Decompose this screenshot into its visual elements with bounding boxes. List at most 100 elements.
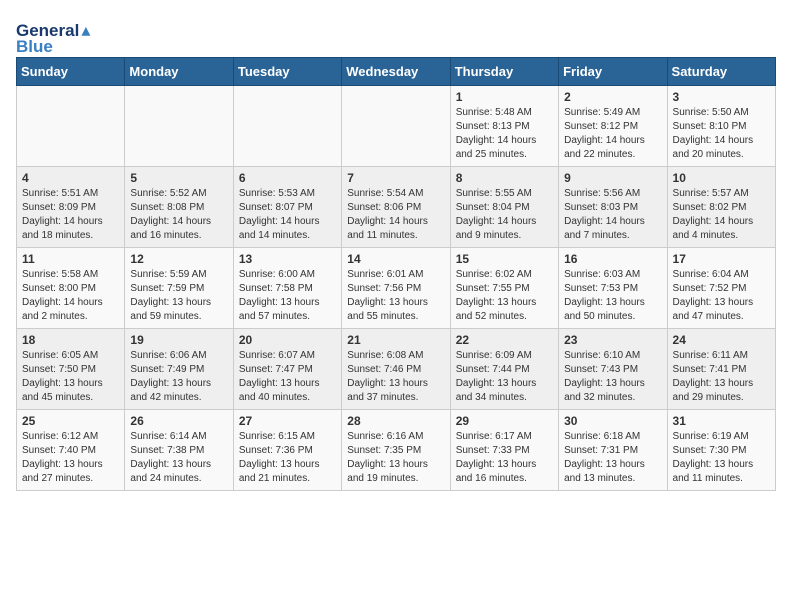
calendar-cell-3-3: 13Sunrise: 6:00 AM Sunset: 7:58 PM Dayli… (233, 248, 341, 329)
day-number: 24 (673, 333, 770, 347)
logo-bird-icon: ▴ (81, 20, 90, 41)
day-number: 26 (130, 414, 227, 428)
calendar-cell-4-4: 21 Sunrise: 6:08 AM Sunset: 7:46 PM Dayli… (342, 329, 450, 410)
day-info: Sunrise: 6:01 AM Sunset: 7:56 PM Dayligh… (347, 268, 444, 324)
day-number: 4 (22, 171, 119, 185)
week-row-1: 1 Sunrise: 5:48 AM Sunset: 8:13 PM Daylig… (17, 86, 776, 167)
day-info: Sunrise: 5:59 AM Sunset: 7:59 PM Dayligh… (130, 268, 227, 324)
day-number: 1 (456, 90, 553, 104)
calendar-cell-1-1 (17, 86, 125, 167)
day-info: Sunrise: 6:07 AM Sunset: 7:47 PM Dayligh… (239, 349, 336, 405)
day-number: 30 (564, 414, 661, 428)
day-number: 3 (673, 90, 770, 104)
day-info: Sunrise: 6:11 AM Sunset: 7:41 PM Dayligh… (673, 349, 770, 405)
day-info: Sunrise: 5:54 AM Sunset: 8:06 PM Dayligh… (347, 187, 444, 243)
day-number: 20 (239, 333, 336, 347)
day-info: Sunrise: 6:00 AM Sunset: 7:58 PM Dayligh… (239, 268, 336, 324)
day-number: 14 (347, 252, 444, 266)
week-row-4: 18 Sunrise: 6:05 AM Sunset: 7:50 PM Dayli… (17, 329, 776, 410)
calendar-cell-3-2: 12 Sunrise: 5:59 AM Sunset: 7:59 PM Dayli… (125, 248, 233, 329)
weekday-header-saturday: Saturday (667, 58, 775, 86)
calendar-cell-5-3: 27Sunrise: 6:15 AM Sunset: 7:36 PM Dayli… (233, 410, 341, 491)
day-number: 28 (347, 414, 444, 428)
day-number: 10 (673, 171, 770, 185)
calendar-cell-2-7: 10 Sunrise: 5:57 AM Sunset: 8:02 PM Dayli… (667, 167, 775, 248)
day-number: 23 (564, 333, 661, 347)
day-info: Sunrise: 5:56 AM Sunset: 8:03 PM Dayligh… (564, 187, 661, 243)
day-info: Sunrise: 6:14 AM Sunset: 7:38 PM Dayligh… (130, 430, 227, 486)
day-info: Sunrise: 6:04 AM Sunset: 7:52 PM Dayligh… (673, 268, 770, 324)
day-number: 6 (239, 171, 336, 185)
day-number: 29 (456, 414, 553, 428)
week-row-2: 4 Sunrise: 5:51 AM Sunset: 8:09 PM Daylig… (17, 167, 776, 248)
calendar-cell-2-6: 9 Sunrise: 5:56 AM Sunset: 8:03 PM Daylig… (559, 167, 667, 248)
weekday-header-monday: Monday (125, 58, 233, 86)
calendar-cell-3-5: 15 Sunrise: 6:02 AM Sunset: 7:55 PM Dayli… (450, 248, 558, 329)
day-info: Sunrise: 5:51 AM Sunset: 8:09 PM Dayligh… (22, 187, 119, 243)
day-number: 18 (22, 333, 119, 347)
day-info: Sunrise: 6:08 AM Sunset: 7:46 PM Dayligh… (347, 349, 444, 405)
calendar-cell-2-3: 6 Sunrise: 5:53 AM Sunset: 8:07 PM Daylig… (233, 167, 341, 248)
day-info: Sunrise: 6:03 AM Sunset: 7:53 PM Dayligh… (564, 268, 661, 324)
day-number: 31 (673, 414, 770, 428)
calendar-cell-1-5: 1 Sunrise: 5:48 AM Sunset: 8:13 PM Daylig… (450, 86, 558, 167)
calendar-table: SundayMondayTuesdayWednesdayThursdayFrid… (16, 57, 776, 491)
day-number: 11 (22, 252, 119, 266)
calendar-cell-3-7: 17 Sunrise: 6:04 AM Sunset: 7:52 PM Dayli… (667, 248, 775, 329)
day-number: 12 (130, 252, 227, 266)
weekday-header-friday: Friday (559, 58, 667, 86)
day-number: 16 (564, 252, 661, 266)
calendar-cell-3-6: 16 Sunrise: 6:03 AM Sunset: 7:53 PM Dayli… (559, 248, 667, 329)
day-info: Sunrise: 6:06 AM Sunset: 7:49 PM Dayligh… (130, 349, 227, 405)
day-number: 15 (456, 252, 553, 266)
logo: General ▴ Blue (16, 20, 90, 57)
calendar-cell-4-5: 22 Sunrise: 6:09 AM Sunset: 7:44 PM Dayli… (450, 329, 558, 410)
day-number: 9 (564, 171, 661, 185)
day-number: 5 (130, 171, 227, 185)
day-info: Sunrise: 5:48 AM Sunset: 8:13 PM Dayligh… (456, 106, 553, 162)
day-info: Sunrise: 6:02 AM Sunset: 7:55 PM Dayligh… (456, 268, 553, 324)
day-number: 19 (130, 333, 227, 347)
day-number: 7 (347, 171, 444, 185)
weekday-header-wednesday: Wednesday (342, 58, 450, 86)
calendar-cell-1-7: 3 Sunrise: 5:50 AM Sunset: 8:10 PM Daylig… (667, 86, 775, 167)
calendar-cell-5-4: 28 Sunrise: 6:16 AM Sunset: 7:35 PM Dayli… (342, 410, 450, 491)
calendar-cell-2-2: 5 Sunrise: 5:52 AM Sunset: 8:08 PM Daylig… (125, 167, 233, 248)
day-number: 2 (564, 90, 661, 104)
week-row-5: 25 Sunrise: 6:12 AM Sunset: 7:40 PM Dayli… (17, 410, 776, 491)
calendar-cell-4-1: 18 Sunrise: 6:05 AM Sunset: 7:50 PM Dayli… (17, 329, 125, 410)
day-info: Sunrise: 6:05 AM Sunset: 7:50 PM Dayligh… (22, 349, 119, 405)
day-info: Sunrise: 6:10 AM Sunset: 7:43 PM Dayligh… (564, 349, 661, 405)
calendar-cell-5-6: 30Sunrise: 6:18 AM Sunset: 7:31 PM Dayli… (559, 410, 667, 491)
weekday-header-tuesday: Tuesday (233, 58, 341, 86)
day-info: Sunrise: 6:17 AM Sunset: 7:33 PM Dayligh… (456, 430, 553, 486)
calendar-cell-4-3: 20 Sunrise: 6:07 AM Sunset: 7:47 PM Dayli… (233, 329, 341, 410)
calendar-cell-3-4: 14 Sunrise: 6:01 AM Sunset: 7:56 PM Dayli… (342, 248, 450, 329)
day-info: Sunrise: 5:57 AM Sunset: 8:02 PM Dayligh… (673, 187, 770, 243)
calendar-cell-5-5: 29 Sunrise: 6:17 AM Sunset: 7:33 PM Dayli… (450, 410, 558, 491)
day-info: Sunrise: 5:50 AM Sunset: 8:10 PM Dayligh… (673, 106, 770, 162)
day-info: Sunrise: 6:12 AM Sunset: 7:40 PM Dayligh… (22, 430, 119, 486)
day-info: Sunrise: 6:19 AM Sunset: 7:30 PM Dayligh… (673, 430, 770, 486)
day-info: Sunrise: 6:09 AM Sunset: 7:44 PM Dayligh… (456, 349, 553, 405)
weekday-header-sunday: Sunday (17, 58, 125, 86)
calendar-cell-4-6: 23 Sunrise: 6:10 AM Sunset: 7:43 PM Dayli… (559, 329, 667, 410)
calendar-cell-3-1: 11 Sunrise: 5:58 AM Sunset: 8:00 PM Dayli… (17, 248, 125, 329)
day-info: Sunrise: 5:55 AM Sunset: 8:04 PM Dayligh… (456, 187, 553, 243)
calendar-cell-1-6: 2Sunrise: 5:49 AM Sunset: 8:12 PM Daylig… (559, 86, 667, 167)
day-number: 22 (456, 333, 553, 347)
calendar-cell-2-1: 4 Sunrise: 5:51 AM Sunset: 8:09 PM Daylig… (17, 167, 125, 248)
calendar-cell-1-3 (233, 86, 341, 167)
week-row-3: 11 Sunrise: 5:58 AM Sunset: 8:00 PM Dayli… (17, 248, 776, 329)
day-info: Sunrise: 5:58 AM Sunset: 8:00 PM Dayligh… (22, 268, 119, 324)
day-info: Sunrise: 5:53 AM Sunset: 8:07 PM Dayligh… (239, 187, 336, 243)
calendar-cell-4-2: 19 Sunrise: 6:06 AM Sunset: 7:49 PM Dayli… (125, 329, 233, 410)
day-number: 25 (22, 414, 119, 428)
day-info: Sunrise: 6:16 AM Sunset: 7:35 PM Dayligh… (347, 430, 444, 486)
day-number: 21 (347, 333, 444, 347)
day-number: 17 (673, 252, 770, 266)
day-info: Sunrise: 6:15 AM Sunset: 7:36 PM Dayligh… (239, 430, 336, 486)
calendar-cell-4-7: 24 Sunrise: 6:11 AM Sunset: 7:41 PM Dayli… (667, 329, 775, 410)
calendar-cell-5-7: 31 Sunrise: 6:19 AM Sunset: 7:30 PM Dayli… (667, 410, 775, 491)
day-info: Sunrise: 5:52 AM Sunset: 8:08 PM Dayligh… (130, 187, 227, 243)
